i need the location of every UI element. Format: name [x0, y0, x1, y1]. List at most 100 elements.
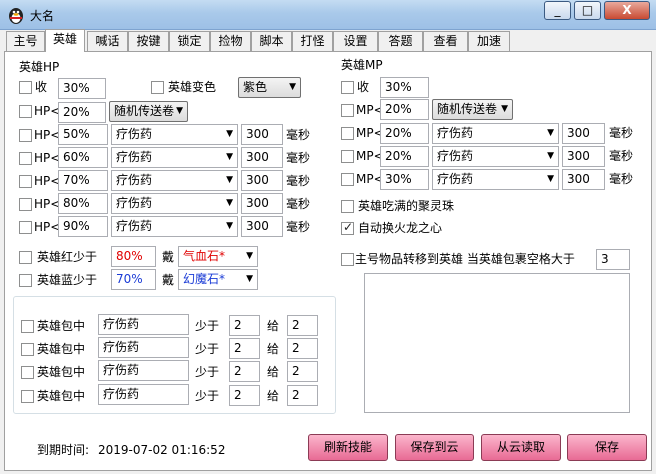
refresh-skills-button[interactable]: 刷新技能 [308, 434, 388, 461]
transfer-input[interactable]: 3 [596, 249, 630, 270]
maximize-button[interactable]: □ [574, 1, 601, 20]
full-stone-checkbox[interactable] [341, 200, 354, 213]
hp-row-ms-input[interactable]: 300 [241, 147, 283, 168]
tab-shout[interactable]: 喊话 [87, 31, 128, 51]
mp-row-ms-input[interactable]: 300 [562, 146, 605, 167]
tab-script[interactable]: 脚本 [251, 31, 292, 51]
bag-give-input[interactable]: 2 [287, 361, 318, 382]
mp-row-item-select[interactable]: 疗伤药 ▼ [432, 123, 559, 144]
hp-row-item: 疗伤药 [116, 173, 153, 187]
tab-hero[interactable]: 英雄 [45, 29, 85, 52]
hp-random-input[interactable]: 20% [58, 102, 106, 123]
hp-row-ms-input[interactable]: 300 [241, 124, 283, 145]
red-item-select[interactable]: 气血石* ▼ [178, 246, 258, 267]
hp-random-option: 随机传送卷 [114, 104, 175, 118]
tab-lock[interactable]: 锁定 [169, 31, 210, 51]
hp-row-pct-input[interactable]: 50% [58, 124, 108, 145]
blue-threshold-checkbox[interactable] [19, 274, 32, 287]
hp-row-checkbox[interactable] [19, 129, 32, 142]
bag-row-checkbox[interactable] [21, 343, 34, 356]
bag-less-input[interactable]: 2 [229, 315, 260, 336]
hero-transform-checkbox[interactable] [151, 81, 164, 94]
hp-row-ms-input[interactable]: 300 [241, 170, 283, 191]
hp-row-item-select[interactable]: 疗伤药 ▼ [111, 124, 238, 145]
hp-row-pct-input[interactable]: 70% [58, 170, 108, 191]
mp-collect-input[interactable]: 30% [380, 77, 429, 98]
bag-row-checkbox[interactable] [21, 320, 34, 333]
red-threshold-input[interactable]: 80% [111, 246, 156, 267]
save-button[interactable]: 保存 [567, 434, 647, 461]
bag-row-checkbox[interactable] [21, 390, 34, 403]
hp-collect-checkbox[interactable] [19, 81, 32, 94]
chevron-down-icon: ▼ [246, 274, 253, 284]
mp-row-pct-input[interactable]: 20% [380, 123, 429, 144]
hp-row-item-select[interactable]: 疗伤药 ▼ [111, 193, 238, 214]
hp-row-ms-input[interactable]: 300 [241, 193, 283, 214]
hp-row-item-select[interactable]: 疗伤药 ▼ [111, 216, 238, 237]
bag-item-input[interactable]: 疗伤药 [98, 337, 189, 358]
tab-quiz[interactable]: 答题 [378, 31, 423, 51]
mp-row-pct-input[interactable]: 20% [380, 146, 429, 167]
tab-pickup[interactable]: 捡物 [210, 31, 251, 51]
mp-row-checkbox[interactable] [341, 173, 354, 186]
mp-collect-checkbox[interactable] [341, 81, 354, 94]
bag-give-input[interactable]: 2 [287, 338, 318, 359]
hp-row-checkbox[interactable] [19, 221, 32, 234]
tab-speed[interactable]: 加速 [468, 31, 510, 51]
give-label: 给 [267, 365, 280, 379]
bag-item-input[interactable]: 疗伤药 [98, 314, 189, 335]
mp-row-checkbox[interactable] [341, 127, 354, 140]
tab-main[interactable]: 主号 [6, 31, 45, 51]
hp-row-pct-input[interactable]: 60% [58, 147, 108, 168]
tab-fight[interactable]: 打怪 [292, 31, 333, 51]
bag-less-input[interactable]: 2 [229, 385, 260, 406]
hp-collect-input[interactable]: 30% [58, 78, 106, 99]
red-threshold-checkbox[interactable] [19, 251, 32, 264]
hero-color-value: 紫色 [243, 80, 268, 94]
bag-give-input[interactable]: 2 [287, 385, 318, 406]
hp-random-select[interactable]: 随机传送卷 ▼ [109, 101, 188, 122]
hp-row-checkbox[interactable] [19, 175, 32, 188]
mp-random-select[interactable]: 随机传送卷 ▼ [432, 99, 513, 120]
hp-row-item-select[interactable]: 疗伤药 ▼ [111, 147, 238, 168]
hp-row-prefix: HP< [34, 174, 61, 188]
mp-row-checkbox[interactable] [341, 150, 354, 163]
hp-row-item-select[interactable]: 疗伤药 ▼ [111, 170, 238, 191]
mp-random-input[interactable]: 20% [380, 99, 429, 120]
auto-fire-checkbox[interactable] [341, 220, 354, 235]
minimize-button[interactable]: _ [544, 1, 571, 20]
hp-random-checkbox[interactable] [19, 105, 32, 118]
bag-give-input[interactable]: 2 [287, 315, 318, 336]
hp-row-ms-input[interactable]: 300 [241, 216, 283, 237]
hp-row-item: 疗伤药 [116, 150, 153, 164]
chevron-down-icon: ▼ [547, 128, 554, 138]
save-to-cloud-button[interactable]: 保存到云 [395, 434, 474, 461]
mp-row-pct-input[interactable]: 30% [380, 169, 429, 190]
bag-less-input[interactable]: 2 [229, 338, 260, 359]
mp-row-ms-input[interactable]: 300 [562, 169, 605, 190]
blue-item-select[interactable]: 幻魔石* ▼ [178, 269, 258, 290]
mp-random-checkbox[interactable] [341, 104, 354, 117]
tab-settings[interactable]: 设置 [333, 31, 378, 51]
transfer-list[interactable] [364, 273, 630, 413]
close-button[interactable]: X [604, 1, 650, 20]
hp-row-checkbox[interactable] [19, 152, 32, 165]
bag-item-input[interactable]: 疗伤药 [98, 360, 189, 381]
bag-item-input[interactable]: 疗伤药 [98, 384, 189, 405]
hp-row-pct-input[interactable]: 90% [58, 216, 108, 237]
mp-row-item-select[interactable]: 疗伤药 ▼ [432, 169, 559, 190]
red-item: 气血石* [183, 249, 226, 263]
blue-threshold-input[interactable]: 70% [111, 269, 156, 290]
bag-row-checkbox[interactable] [21, 366, 34, 379]
transfer-checkbox[interactable] [341, 253, 354, 266]
mp-row-item-select[interactable]: 疗伤药 ▼ [432, 146, 559, 167]
load-from-cloud-button[interactable]: 从云读取 [481, 434, 561, 461]
hp-row-checkbox[interactable] [19, 198, 32, 211]
ms-label: 毫秒 [609, 172, 634, 186]
hero-color-select[interactable]: 紫色 ▼ [238, 77, 301, 98]
tab-keys[interactable]: 按键 [128, 31, 169, 51]
bag-less-input[interactable]: 2 [229, 361, 260, 382]
tab-view[interactable]: 查看 [423, 31, 468, 51]
mp-row-ms-input[interactable]: 300 [562, 123, 605, 144]
hp-row-pct-input[interactable]: 80% [58, 193, 108, 214]
